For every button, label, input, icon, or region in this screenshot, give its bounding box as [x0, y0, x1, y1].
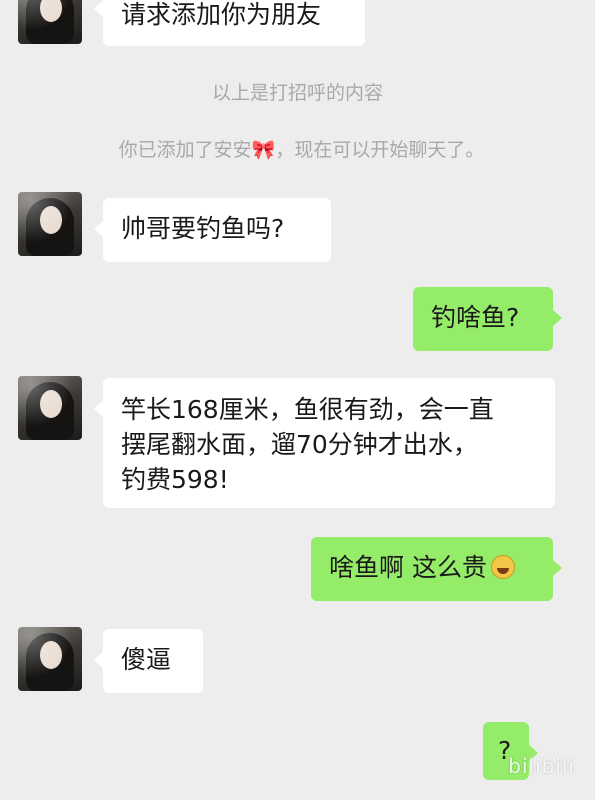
- message-bubble[interactable]: 傻逼: [94, 629, 203, 693]
- message-bubble[interactable]: 帅哥要钓鱼吗?: [94, 198, 331, 262]
- message-bubble[interactable]: 竿长168厘米，鱼很有劲，会一直 摆尾翻水面，遛70分钟才出水， 钓费598!: [94, 378, 555, 508]
- message-text-line: 钓费598!: [121, 465, 229, 494]
- chat-window: 请求添加你为朋友 以上是打招呼的内容 你已添加了安安🎀，现在可以开始聊天了。 帅…: [0, 0, 595, 800]
- message-bubble[interactable]: 钓啥鱼?: [413, 287, 562, 351]
- laughing-emoji-icon: [490, 555, 515, 579]
- message-text: 钓啥鱼?: [431, 303, 520, 332]
- message-text-line: 摆尾翻水面，遛70分钟才出水，: [121, 430, 478, 459]
- message-text: 傻逼: [121, 645, 172, 674]
- message-text: 啥鱼啊 这么贵: [329, 553, 487, 582]
- message-text: 帅哥要钓鱼吗?: [121, 214, 285, 243]
- message-bubble[interactable]: 啥鱼啊 这么贵: [311, 537, 562, 601]
- avatar[interactable]: [18, 627, 82, 691]
- avatar[interactable]: [18, 0, 82, 44]
- message-bubble[interactable]: 请求添加你为朋友: [94, 0, 365, 46]
- system-note-added: 你已添加了安安🎀，现在可以开始聊天了。: [118, 139, 485, 161]
- avatar[interactable]: [18, 192, 82, 256]
- watermark: bilibili: [508, 754, 575, 778]
- bow-emoji-icon: 🎀: [251, 139, 276, 161]
- message-text-line: 竿长168厘米，鱼很有劲，会一直: [121, 395, 494, 424]
- avatar[interactable]: [18, 376, 82, 440]
- system-note-greeting: 以上是打招呼的内容: [211, 82, 383, 104]
- message-text: 请求添加你为朋友: [121, 0, 322, 29]
